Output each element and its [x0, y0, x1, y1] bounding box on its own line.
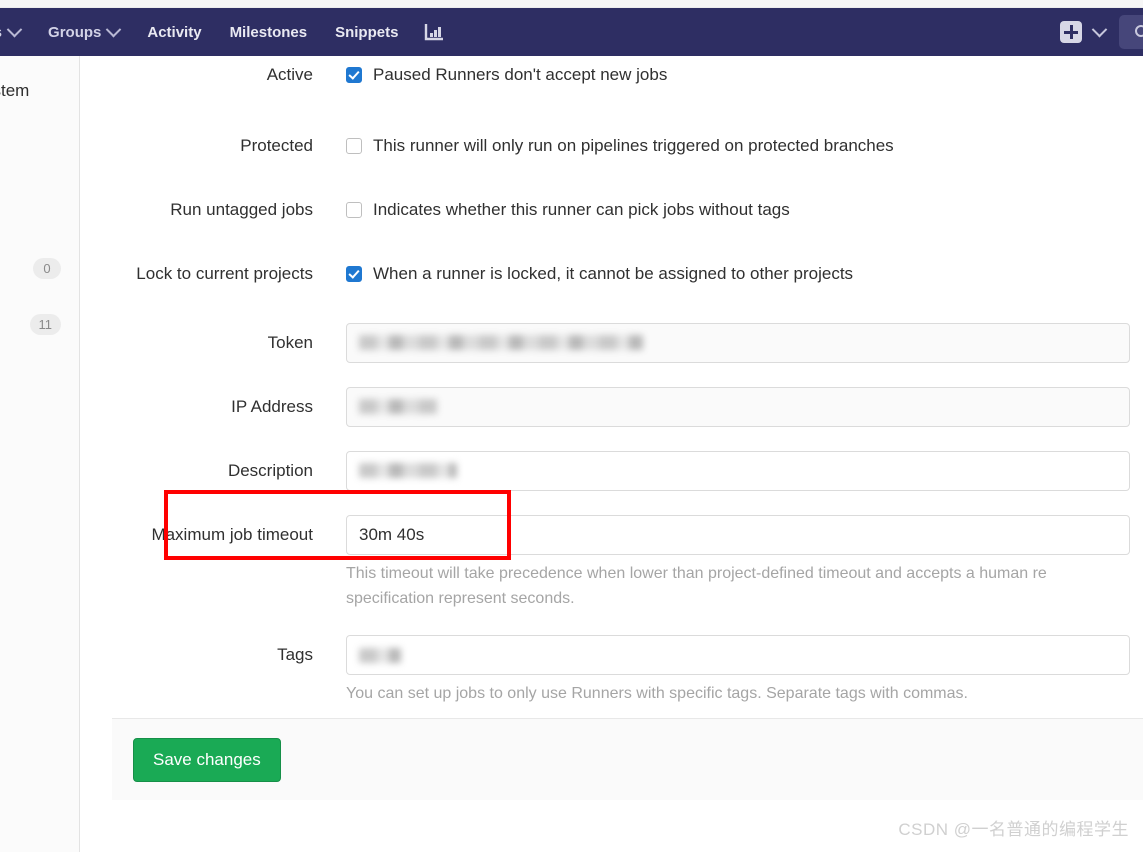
maximum-job-timeout-help-line1: This timeout will take precedence when l…: [346, 564, 1047, 582]
chevron-down-icon: [6, 21, 23, 37]
redacted-tags-value: [359, 647, 401, 663]
nav-item-milestones-label: Milestones: [229, 23, 308, 41]
label-protected: Protected: [240, 135, 313, 155]
nav-item-activity[interactable]: Activity: [133, 8, 215, 56]
label-description: Description: [227, 460, 313, 480]
label-lock-to-current-projects: Lock to current projects: [136, 263, 313, 283]
form-footer: Save changes: [112, 718, 1143, 800]
checkbox-line-run-untagged-jobs: Indicates whether this runner can pick j…: [346, 199, 1143, 222]
token-input[interactable]: [346, 322, 1130, 363]
form-row-maximum-job-timeout: Maximum job timeout 30m 40s This timeout…: [81, 514, 1143, 612]
nav-item-activity-label: Activity: [147, 23, 202, 41]
checkbox-line-lock-to-current-projects: When a runner is locked, it cannot be as…: [346, 263, 1143, 286]
checkbox-protected[interactable]: [346, 137, 362, 154]
label-run-untagged-jobs: Run untagged jobs: [170, 199, 313, 219]
watermark: CSDN @一名普通的编程学生: [898, 820, 1129, 839]
form-row-protected: Protected This runner will only run on p…: [81, 135, 1143, 158]
form-row-ip-address: IP Address: [81, 386, 1143, 427]
checkbox-active-label[interactable]: Paused Runners don't accept new jobs: [373, 64, 667, 87]
form-row-lock-to-current-projects: Lock to current projects When a runner i…: [81, 263, 1143, 286]
redacted-description-value: [359, 463, 457, 479]
left-sidebar: ystem 0 11: [0, 56, 80, 852]
nav-item-groups[interactable]: Groups: [34, 8, 133, 56]
plus-icon[interactable]: [1060, 21, 1082, 43]
checkbox-run-untagged-jobs-label[interactable]: Indicates whether this runner can pick j…: [373, 199, 790, 222]
control-tags: You can set up jobs to only use Runners …: [346, 635, 1143, 707]
nav-item-milestones[interactable]: Milestones: [216, 8, 322, 56]
maximum-job-timeout-help-line2: specification represent seconds.: [346, 589, 575, 607]
form-row-tags: Tags You can set up jobs to only use Run…: [81, 635, 1143, 707]
checkbox-active[interactable]: [346, 67, 362, 83]
form-row-description: Description: [81, 450, 1143, 491]
search-icon-svg: [1134, 24, 1143, 37]
checkbox-line-protected: This runner will only run on pipelines t…: [346, 135, 1143, 158]
form-row-token: Token: [81, 322, 1143, 363]
sidebar-title: ystem: [0, 81, 30, 100]
main-content: Active Paused Runners don't accept new j…: [81, 56, 1143, 852]
checkbox-lock-to-current-projects-label[interactable]: When a runner is locked, it cannot be as…: [373, 263, 853, 286]
runner-settings-form: Active Paused Runners don't accept new j…: [81, 56, 1143, 707]
control-description: [346, 450, 1143, 491]
control-maximum-job-timeout: 30m 40s This timeout will take precedenc…: [346, 514, 1143, 612]
checkbox-lock-to-current-projects[interactable]: [346, 265, 362, 282]
tags-help: You can set up jobs to only use Runners …: [346, 685, 968, 703]
tags-input[interactable]: [346, 635, 1130, 676]
checkbox-run-untagged-jobs[interactable]: [346, 201, 362, 218]
control-run-untagged-jobs: Indicates whether this runner can pick j…: [346, 199, 1143, 222]
sidebar-badge-count[interactable]: 0: [33, 258, 61, 279]
analytics-chart-icon-svg: [425, 24, 444, 41]
ip-address-input[interactable]: [346, 386, 1130, 427]
control-token: [346, 322, 1143, 363]
chevron-down-icon[interactable]: [1091, 21, 1108, 37]
redacted-token-value: [359, 335, 643, 351]
label-ip-address: IP Address: [231, 396, 313, 416]
search-icon[interactable]: [1119, 15, 1143, 49]
nav-item-snippets[interactable]: Snippets: [321, 8, 412, 56]
navbar-left-group: ects Groups Activity Milestones Snippets: [0, 8, 457, 56]
save-changes-button[interactable]: Save changes: [133, 737, 281, 782]
label-token: Token: [267, 332, 313, 352]
control-ip-address: [346, 386, 1143, 427]
label-maximum-job-timeout: Maximum job timeout: [151, 524, 313, 544]
top-navbar: ects Groups Activity Milestones Snippets: [0, 8, 1143, 56]
label-tags: Tags: [277, 645, 313, 665]
nav-item-projects[interactable]: ects: [0, 8, 34, 56]
maximum-job-timeout-input[interactable]: 30m 40s: [346, 514, 1130, 555]
nav-item-snippets-label: Snippets: [335, 23, 399, 41]
control-active: Paused Runners don't accept new jobs: [346, 64, 1143, 87]
chevron-down-icon: [106, 21, 122, 37]
checkbox-protected-label[interactable]: This runner will only run on pipelines t…: [373, 135, 894, 158]
form-row-active: Active Paused Runners don't accept new j…: [81, 64, 1143, 87]
nav-item-projects-label: ects: [0, 24, 2, 41]
control-protected: This runner will only run on pipelines t…: [346, 135, 1143, 158]
maximum-job-timeout-value: 30m 40s: [359, 524, 425, 544]
label-active: Active: [266, 65, 313, 84]
sidebar-badge-count[interactable]: 11: [29, 314, 61, 335]
checkbox-line-active: Paused Runners don't accept new jobs: [346, 64, 1143, 87]
app-window: ects Groups Activity Milestones Snippets: [0, 0, 1143, 852]
analytics-chart-icon[interactable]: [412, 8, 457, 56]
control-lock-to-current-projects: When a runner is locked, it cannot be as…: [346, 263, 1143, 286]
nav-item-groups-label: Groups: [48, 23, 102, 41]
navbar-right-group: [1060, 8, 1143, 56]
description-input[interactable]: [346, 450, 1130, 491]
browser-top-strip: [0, 0, 1143, 8]
form-row-run-untagged-jobs: Run untagged jobs Indicates whether this…: [81, 199, 1143, 222]
redacted-ip-address-value: [359, 399, 437, 415]
